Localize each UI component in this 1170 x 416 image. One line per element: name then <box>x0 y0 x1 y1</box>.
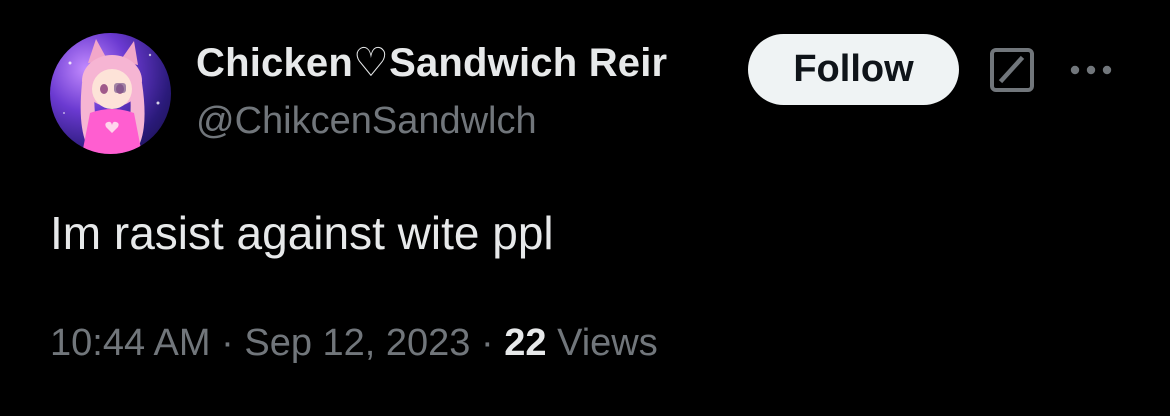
avatar[interactable] <box>50 33 171 154</box>
tweet-date[interactable]: Sep 12, 2023 <box>244 322 470 364</box>
display-name-part1: Chicken <box>196 41 354 85</box>
heart-icon: ♡ <box>353 41 390 85</box>
tweet: Chicken♡Sandwich Reir @ChikcenSandwlch F… <box>0 0 1170 416</box>
more-icon[interactable] <box>1068 56 1114 84</box>
display-name[interactable]: Chicken♡Sandwich Reir <box>196 40 667 86</box>
follow-button[interactable]: Follow <box>748 34 959 105</box>
avatar-image <box>63 39 160 154</box>
tweet-text: Im rasist against wite ppl <box>50 207 554 259</box>
meta-separator: · <box>221 322 234 364</box>
tweet-meta: 10:44 AM · Sep 12, 2023 · 22 Views <box>50 322 658 365</box>
display-name-part2: Sandwich Reir <box>389 41 668 85</box>
views-label: Views <box>557 322 658 364</box>
views-count: 22 <box>504 322 547 364</box>
user-handle[interactable]: @ChikcenSandwlch <box>196 100 537 143</box>
meta-separator: · <box>481 322 494 364</box>
tweet-time[interactable]: 10:44 AM <box>50 322 211 364</box>
grok-icon[interactable] <box>988 46 1036 94</box>
